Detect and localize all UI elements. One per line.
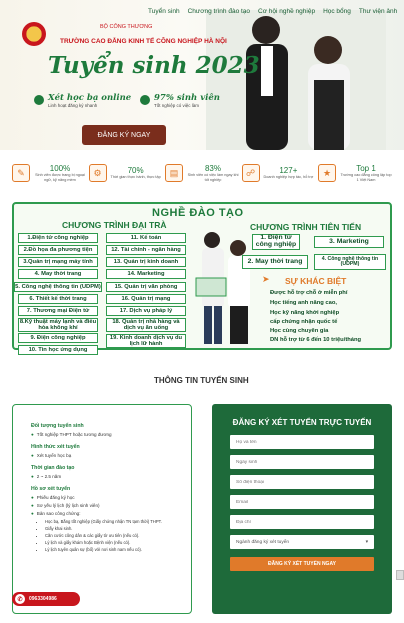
- submit-button[interactable]: ĐĂNG KÝ XÉT TUYỂN NGAY: [230, 557, 374, 571]
- major-item[interactable]: 15. Quản trị văn phòng: [106, 282, 186, 292]
- major-item[interactable]: 4. May thời trang: [18, 269, 98, 279]
- students-illustration: [195, 232, 250, 344]
- stat-item: ★ Top 1 Trường cao đẳng công lập top 1 Vi…: [318, 164, 392, 182]
- major-item[interactable]: 1.Điện tử công nghiệp: [18, 233, 98, 243]
- major-item[interactable]: 14. Marketing: [106, 269, 186, 279]
- feature-employment: 97% sinh viên Tốt nghiệp có việc làm: [140, 93, 220, 108]
- name-field[interactable]: [230, 435, 374, 449]
- advanced-program-item[interactable]: 2. May thời trang: [242, 255, 308, 269]
- birthdate-field[interactable]: [230, 455, 374, 469]
- major-item[interactable]: 9. Điện công nghiệp: [18, 333, 98, 343]
- major-item[interactable]: 6. Thiết kế thời trang: [18, 294, 98, 304]
- ministry-label: BỘ CÔNG THƯƠNG: [100, 24, 153, 30]
- info-heading: Hình thức xét tuyển: [31, 444, 80, 450]
- students-photo: [206, 10, 386, 150]
- tools-icon: ⚙: [88, 164, 107, 182]
- document-item: Giấy khai sinh.: [45, 526, 173, 531]
- stat-item: ⚙ 70% Thời gian thực hành, thực tập: [88, 164, 163, 182]
- info-item: 2 ~ 2.5 năm: [31, 474, 173, 479]
- major-item[interactable]: 3.Quản trị mạng máy tính: [18, 257, 98, 267]
- hotline-number: 0963304986: [29, 596, 57, 602]
- side-tab[interactable]: [396, 570, 404, 580]
- major-item[interactable]: 11. Kế toán: [106, 233, 186, 243]
- handshake-icon: ☍: [241, 164, 260, 182]
- info-heading: Hồ sơ xét tuyển: [31, 486, 71, 492]
- form-title: ĐĂNG KÝ XÉT TUYỂN TRỰC TUYẾN: [232, 418, 372, 427]
- regular-program-title: CHƯƠNG TRÌNH ĐẠI TRÀ: [62, 220, 167, 230]
- info-item: Sơ yếu lý lịch (lý lịch sinh viên): [31, 503, 173, 508]
- document-item: Lý lịch và giấy khám hoặc Bệnh viện (nếu…: [45, 540, 173, 545]
- chevron-down-icon: ▾: [365, 539, 368, 545]
- info-heading: Đối tượng tuyển sinh: [31, 423, 84, 429]
- document-list: Học bạ, Bằng tốt nghiệp (Giấy chứng nhận…: [45, 519, 173, 552]
- stat-item: ✎ 100% Sinh viên được trang bị ngoại ngữ,…: [12, 164, 86, 182]
- nav-item[interactable]: Thư viện ảnh: [359, 8, 397, 15]
- nav-item[interactable]: Cơ hội nghề nghiệp: [258, 8, 315, 15]
- phone-field[interactable]: [230, 475, 374, 489]
- major-item[interactable]: 5. Công nghệ thông tin (UDPM): [14, 282, 102, 292]
- register-button[interactable]: ĐĂNG KÝ NGAY: [82, 125, 166, 145]
- difference-line: Học cùng chuyên gia: [270, 328, 329, 334]
- admission-info-box: Đối tượng tuyển sinh Tốt nghiệp THPT hoặ…: [12, 404, 192, 614]
- trophy-icon: ★: [318, 164, 336, 182]
- major-item[interactable]: 7. Thương mại Điện tử: [18, 306, 98, 316]
- stats-bar: ✎ 100% Sinh viên được trang bị ngoại ngữ,…: [12, 156, 392, 190]
- info-item: Tốt nghiệp THPT hoặc tương đương: [31, 432, 173, 437]
- major-item[interactable]: 13. Quản trị kinh doanh: [106, 257, 186, 267]
- graduate-icon: [140, 95, 150, 105]
- difference-line: cấp chứng nhận quốc tế: [270, 319, 338, 325]
- feature-online: Xét học bạ online Linh hoạt đăng ký nhan…: [34, 93, 131, 108]
- page: BỘ CÔNG THƯƠNG TRƯỜNG CAO ĐẲNG KINH TẾ C…: [0, 0, 404, 623]
- major-item[interactable]: 18. Quản trị nhà hàng và dịch vụ ăn uống: [106, 318, 186, 332]
- stat-item: ▤ 83% Sinh viên có việc làm ngay khi tốt …: [165, 164, 239, 182]
- document-item: Lý lịch tuyên quân sự (bổ) với nơi sinh …: [45, 547, 173, 552]
- hero-headline: Tuyển sinh 2023: [48, 52, 260, 79]
- info-item: Xét tuyển học bạ: [31, 453, 173, 458]
- difference-line: Học kỹ năng khởi nghiệp: [270, 310, 340, 316]
- advanced-program-item[interactable]: 3. Marketing: [314, 236, 384, 248]
- major-item[interactable]: 10. Tin học ứng dụng: [18, 345, 98, 355]
- nav-item[interactable]: Học bổng: [323, 8, 351, 15]
- hero-banner: BỘ CÔNG THƯƠNG TRƯỜNG CAO ĐẲNG KINH TẾ C…: [0, 0, 404, 150]
- info-item: Bản sao công chứng:: [31, 511, 173, 516]
- major-item[interactable]: 19. Kinh doanh dịch vụ du lịch lữ hành: [106, 334, 186, 348]
- difference-line: Học tiếng anh nâng cao,: [270, 300, 337, 306]
- language-icon: ✎: [12, 164, 30, 182]
- briefcase-icon: ▤: [165, 164, 183, 182]
- document-item: Học bạ, Bằng tốt nghiệp (Giấy chứng nhận…: [45, 519, 173, 524]
- major-item[interactable]: 16. Quản trị mạng: [106, 294, 186, 304]
- difference-line: DN hỗ trợ từ 6 đến 10 triệu/tháng: [270, 337, 362, 343]
- advanced-program-item[interactable]: 4. Công nghệ thông tin (UDPM): [314, 254, 386, 270]
- advanced-program-title: CHƯƠNG TRÌNH TIÊN TIẾN: [250, 222, 362, 232]
- arrow-icon: ➤: [262, 274, 270, 284]
- info-heading: Thời gian đào tạo: [31, 465, 75, 471]
- school-logo: [22, 22, 46, 46]
- advanced-program-item[interactable]: 1. Điện tử công nghiệp: [252, 234, 300, 250]
- info-item: Phiếu đăng ký học: [31, 495, 173, 500]
- stat-item: ☍ 127+ Doanh nghiệp hợp tác, hỗ trợ: [241, 164, 316, 182]
- document-item: Căn cước công dân & các giấy tờ ưu tiên …: [45, 533, 173, 538]
- nav-item[interactable]: Tuyển sinh: [148, 8, 180, 15]
- address-field[interactable]: [230, 515, 374, 529]
- top-nav: Tuyển sinh Chương trình đào tạo Cơ hội n…: [148, 8, 404, 15]
- phone-icon: ✆: [15, 594, 25, 604]
- nav-item[interactable]: Chương trình đào tạo: [188, 8, 250, 15]
- difference-title: SỰ KHÁC BIỆT: [285, 276, 347, 286]
- difference-line: Được hỗ trợ chỗ ở miễn phí: [270, 290, 348, 296]
- email-field[interactable]: [230, 495, 374, 509]
- major-select[interactable]: Ngành đăng ký xét tuyển ▾: [230, 535, 374, 549]
- major-item[interactable]: 8.Kỹ thuật máy lạnh và điều hòa không kh…: [18, 318, 98, 332]
- hotline-button[interactable]: ✆ 0963304986: [12, 592, 80, 606]
- major-item[interactable]: 17. Dịch vụ pháp lý: [106, 306, 186, 316]
- major-item[interactable]: 2.Đồ họa đa phương tiện: [18, 245, 98, 255]
- registration-form: ĐĂNG KÝ XÉT TUYỂN TRỰC TUYẾN Ngành đăng …: [212, 404, 392, 614]
- laptop-icon: [34, 95, 44, 105]
- info-title: THÔNG TIN TUYỂN SINH: [154, 376, 249, 385]
- programs-title: NGHỀ ĐÀO TẠO: [152, 207, 244, 219]
- school-name: TRƯỜNG CAO ĐẲNG KINH TẾ CÔNG NGHIỆP HÀ N…: [60, 38, 227, 45]
- major-item[interactable]: 12. Tài chính - ngân hàng: [106, 245, 186, 255]
